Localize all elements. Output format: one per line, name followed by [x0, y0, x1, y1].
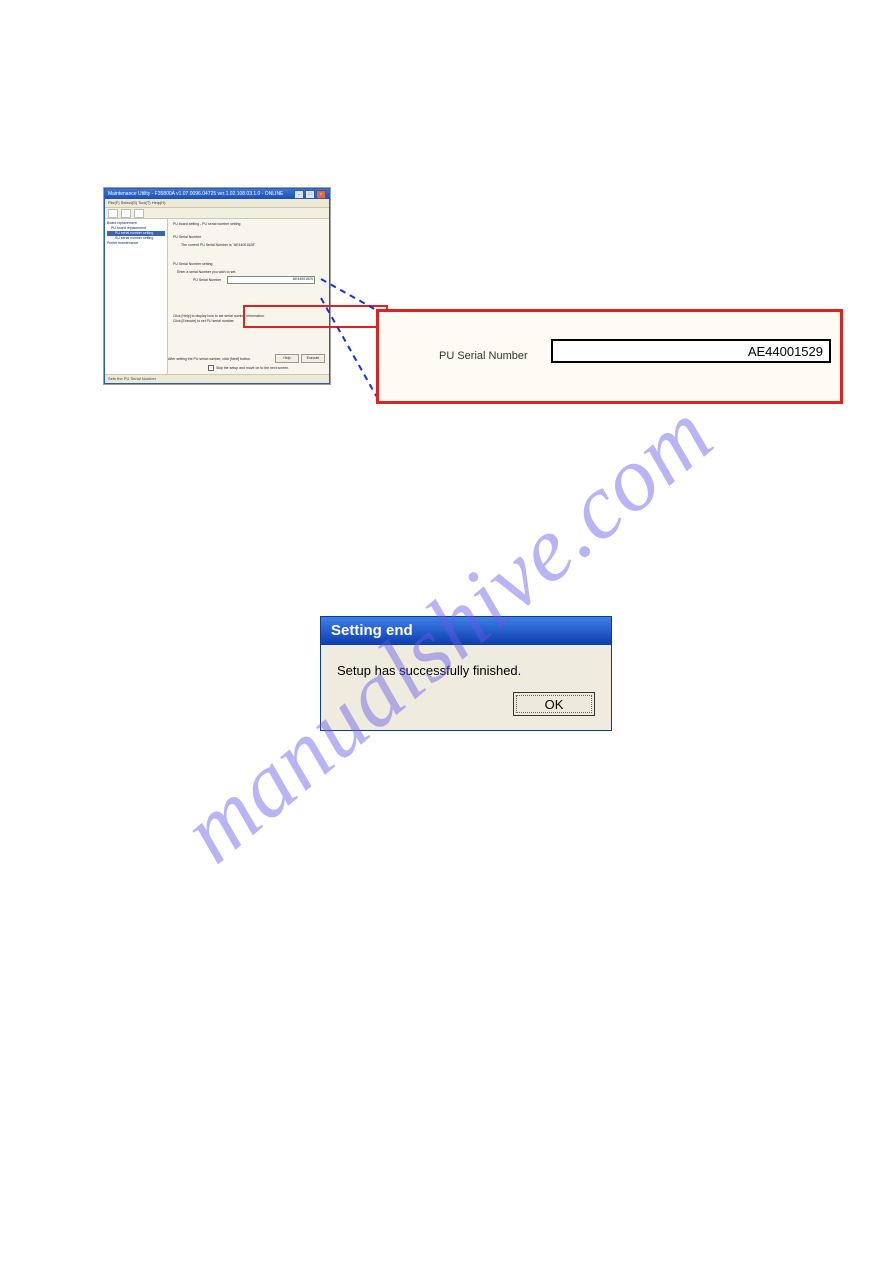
- ok-button[interactable]: OK: [513, 692, 595, 716]
- dialog-titlebar: Setting end: [321, 617, 611, 645]
- dialog-message: Setup has successfully finished.: [321, 645, 611, 692]
- zoom-sn-input[interactable]: [551, 339, 831, 363]
- zoom-sn-label: PU Serial Number: [439, 350, 528, 362]
- highlight-box-zoom: PU Serial Number: [376, 309, 843, 404]
- setting-end-dialog: Setting end Setup has successfully finis…: [320, 616, 612, 731]
